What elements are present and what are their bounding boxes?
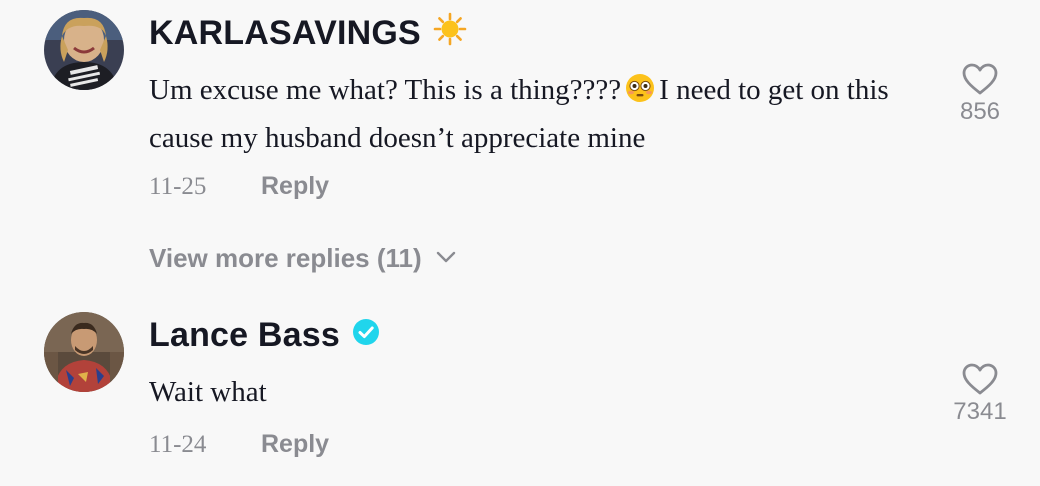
like-count: 856 xyxy=(959,98,1001,125)
like-count: 7341 xyxy=(953,398,1007,425)
verified-badge-icon xyxy=(352,316,380,355)
view-more-replies-label: View more replies (11) xyxy=(149,243,422,273)
comment-username[interactable]: Lance Bass xyxy=(149,316,380,355)
like-button[interactable]: 856 xyxy=(940,62,1020,126)
sun-emoji xyxy=(433,12,467,55)
username-text: Lance Bass xyxy=(149,316,340,354)
reply-button[interactable]: Reply xyxy=(261,172,329,201)
comment-username[interactable]: KARLASAVINGS xyxy=(149,12,467,55)
comment-text-part: Um excuse me what? This is a thing???? xyxy=(149,74,622,106)
reply-button[interactable]: Reply xyxy=(261,430,329,459)
username-text: KARLASAVINGS xyxy=(149,14,421,52)
comment-date: 11-25 xyxy=(149,173,207,200)
comment-item: KARLASAVINGS Um excuse me what? This is … xyxy=(0,0,1040,230)
chevron-down-icon xyxy=(436,250,456,268)
avatar[interactable] xyxy=(44,10,124,90)
like-button[interactable]: 7341 xyxy=(940,362,1020,426)
heart-icon xyxy=(962,63,998,95)
comment-meta: 11-24 Reply xyxy=(149,430,329,459)
heart-icon xyxy=(962,363,998,395)
view-more-replies-button[interactable]: View more replies (11) xyxy=(149,243,456,274)
avatar[interactable] xyxy=(44,312,124,392)
comment-date: 11-24 xyxy=(149,431,207,458)
comment-item: Lance Bass Wait what 11-24 Reply 7341 xyxy=(0,300,1040,486)
comment-text: Wait what xyxy=(149,376,267,408)
comment-text: Um excuse me what? This is a thing???? I… xyxy=(149,68,939,160)
comment-meta: 11-25 Reply xyxy=(149,172,329,201)
flushed-face-emoji xyxy=(625,72,655,116)
